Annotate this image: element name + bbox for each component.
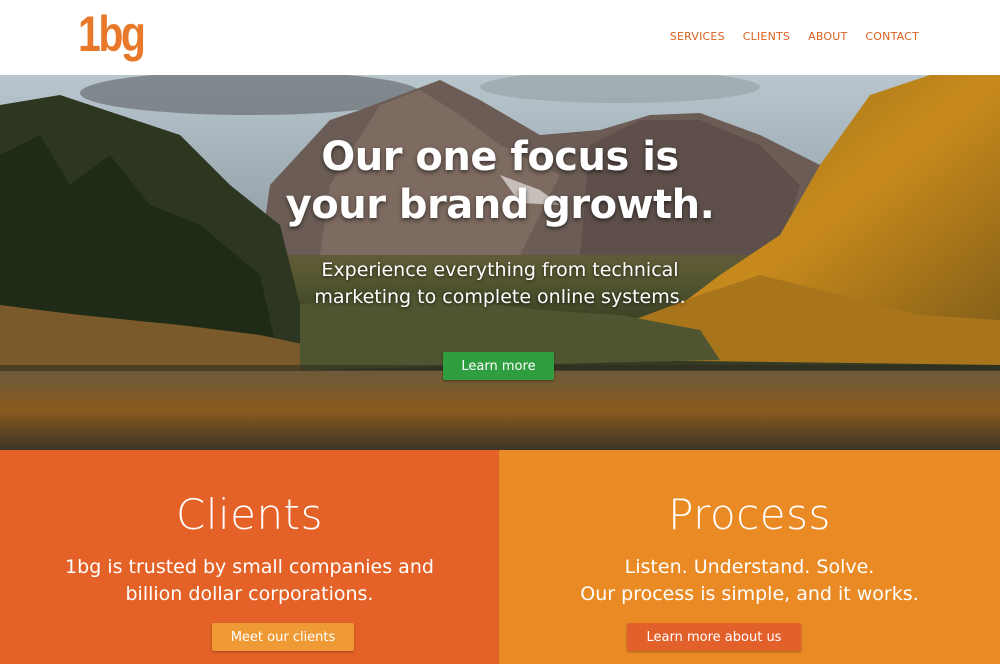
hero-headline: Our one focus is your brand growth. bbox=[0, 133, 1000, 229]
nav-link-services[interactable]: SERVICES bbox=[670, 30, 725, 44]
site-logo[interactable]: 1bg bbox=[78, 6, 146, 62]
site-header: 1bg SERVICES CLIENTS ABOUT CONTACT bbox=[0, 0, 1000, 75]
process-heading: Process bbox=[668, 490, 831, 539]
nav-link-contact[interactable]: CONTACT bbox=[865, 30, 919, 44]
nav-link-clients[interactable]: CLIENTS bbox=[743, 30, 790, 44]
clients-description: 1bg is trusted by small companies and bi… bbox=[0, 554, 499, 608]
hero-headline-line-2: your brand growth. bbox=[285, 182, 715, 228]
clients-description-line-2: billion dollar corporations. bbox=[125, 583, 374, 605]
clients-panel: Clients 1bg is trusted by small companie… bbox=[0, 450, 499, 664]
learn-more-about-us-button[interactable]: Learn more about us bbox=[627, 623, 801, 651]
hero-subtitle-line-2: marketing to complete online systems. bbox=[314, 286, 686, 308]
learn-more-button[interactable]: Learn more bbox=[443, 352, 554, 380]
meet-our-clients-button[interactable]: Meet our clients bbox=[212, 623, 354, 651]
clients-heading: Clients bbox=[176, 490, 323, 539]
process-description: Listen. Understand. Solve. Our process i… bbox=[499, 554, 1000, 608]
hero-section: Our one focus is your brand growth. Expe… bbox=[0, 75, 1000, 450]
nav-link-about[interactable]: ABOUT bbox=[808, 30, 847, 44]
process-description-line-1: Listen. Understand. Solve. bbox=[624, 556, 875, 578]
clients-description-line-1: 1bg is trusted by small companies and bbox=[65, 556, 434, 578]
hero-subtitle: Experience everything from technical mar… bbox=[0, 257, 1000, 311]
hero-headline-line-1: Our one focus is bbox=[321, 134, 679, 180]
process-description-line-2: Our process is simple, and it works. bbox=[580, 583, 919, 605]
hero-subtitle-line-1: Experience everything from technical bbox=[321, 259, 679, 281]
main-nav: SERVICES CLIENTS ABOUT CONTACT bbox=[670, 30, 919, 44]
process-panel: Process Listen. Understand. Solve. Our p… bbox=[499, 450, 1000, 664]
